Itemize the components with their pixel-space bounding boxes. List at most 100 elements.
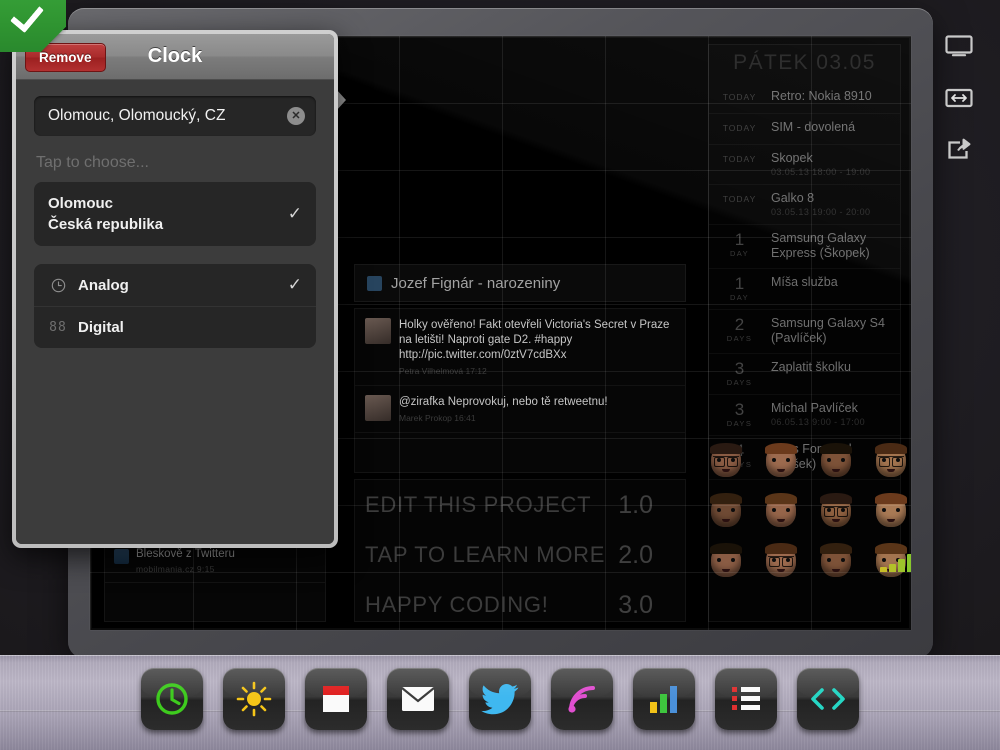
calendar-app-icon[interactable]: [305, 668, 367, 730]
twitter-app-icon[interactable]: [469, 668, 531, 730]
event-count: TODAY: [717, 191, 762, 208]
avatar-cell[interactable]: [753, 536, 808, 586]
location-result-row[interactable]: Olomouc Česká republika ✓: [34, 182, 316, 246]
clear-icon[interactable]: ✕: [287, 107, 305, 125]
table-row[interactable]: TODAY SIM - dovolená: [709, 114, 900, 145]
event-title: Retro: Nokia 8910: [771, 89, 892, 104]
avatar: [711, 495, 741, 527]
location-city-label: Olomouc: [48, 193, 278, 214]
event-title: Michal Pavlíček: [771, 401, 892, 416]
table-row[interactable]: TODAYSkopek03.05.13 18:00 - 19:00: [709, 145, 900, 185]
event-title: Zaplatit školku: [771, 360, 892, 375]
event-unit: DAYS: [717, 334, 762, 343]
clock-style-group: Analog ✓ 88 Digital: [34, 264, 316, 348]
event-count: TODAY: [717, 89, 762, 106]
glasses: [878, 456, 904, 464]
event-count: 1: [717, 275, 762, 292]
share-icon[interactable]: [932, 124, 986, 176]
avatar-cell[interactable]: [753, 436, 808, 486]
rss-app-icon[interactable]: [551, 668, 613, 730]
avatar-cell[interactable]: [698, 436, 753, 486]
table-row[interactable]: 1DAYSamsung Galaxy Express (Škopek): [709, 225, 900, 269]
event-count: TODAY: [717, 120, 762, 137]
event-unit: DAYS: [717, 419, 762, 428]
event-unit: DAY: [717, 249, 762, 258]
calendar-badge-icon: [367, 276, 382, 291]
avatar: [766, 445, 796, 477]
birthday-widget[interactable]: Jozef Fignár - narozeniny: [354, 264, 686, 302]
mouth: [832, 469, 840, 472]
location-search-value: Olomouc, Olomoucký, CZ: [48, 107, 225, 125]
mouth: [887, 469, 895, 472]
project-version: 1.0: [618, 491, 679, 520]
event-title: SIM - dovolená: [771, 120, 892, 135]
event-time: 03.05.13 18:00 - 19:00: [771, 167, 892, 177]
bar: [907, 554, 911, 572]
hair: [820, 543, 852, 554]
table-row[interactable]: 3DAYSZaplatit školku: [709, 354, 900, 395]
event-time: 06.05.13 9:00 - 17:00: [771, 417, 892, 427]
bar: [889, 564, 896, 572]
table-row[interactable]: TODAYGalko 803.05.13 19:00 - 20:00: [709, 185, 900, 225]
clock-style-label-digital: Digital: [78, 319, 124, 336]
table-row[interactable]: 2DAYSSamsung Galaxy S4 (Pavlíček): [709, 310, 900, 354]
table-row[interactable]: 3DAYSMichal Pavlíček06.05.13 9:00 - 17:0…: [709, 395, 900, 436]
eye: [841, 458, 845, 462]
mouth: [887, 519, 895, 522]
avatar-cell[interactable]: [698, 536, 753, 586]
hair: [710, 443, 742, 454]
mail-app-icon[interactable]: [387, 668, 449, 730]
bar: [898, 559, 905, 572]
news-meta: mobilmania.cz 9:15: [136, 564, 235, 574]
avatar-cell[interactable]: [808, 486, 863, 536]
list-item[interactable]: EDIT THIS PROJECT1.0: [355, 480, 685, 530]
choose-hint-label: Tap to choose...: [36, 154, 314, 172]
hair: [765, 443, 797, 454]
weather-app-icon[interactable]: [223, 668, 285, 730]
location-search-field[interactable]: Olomouc, Olomoucký, CZ ✕: [34, 96, 316, 136]
eye: [772, 508, 776, 512]
seven-segment-icon: 88: [48, 320, 68, 335]
event-count: 2: [717, 316, 762, 333]
clock-style-option-analog[interactable]: Analog ✓: [34, 264, 316, 306]
list-item[interactable]: HAPPY CODING!3.0: [355, 580, 685, 622]
popover-body: Olomouc, Olomoucký, CZ ✕ Tap to choose..…: [16, 80, 334, 544]
twitter-widget[interactable]: Holky ověřeno! Fakt otevřeli Victoria's …: [354, 308, 686, 473]
clock-icon: [48, 278, 68, 293]
table-row[interactable]: TODAY Retro: Nokia 8910: [709, 83, 900, 114]
list-app-icon[interactable]: [715, 668, 777, 730]
list-item[interactable]: TAP TO LEARN MORE2.0: [355, 530, 685, 580]
code-app-icon[interactable]: [797, 668, 859, 730]
clock-style-label-analog: Analog: [78, 277, 129, 294]
glasses: [713, 456, 739, 464]
list-item[interactable]: Holky ověřeno! Fakt otevřeli Victoria's …: [355, 309, 685, 386]
avatar-cell[interactable]: [863, 436, 911, 486]
tweet-meta: Petra Vilhelmová 17:12: [399, 366, 675, 376]
avatar-cell[interactable]: [753, 486, 808, 536]
event-when: TODAY: [717, 89, 762, 106]
eye: [827, 458, 831, 462]
project-widget[interactable]: EDIT THIS PROJECT1.0TAP TO LEARN MORE2.0…: [354, 479, 686, 622]
clock-app-icon[interactable]: [141, 668, 203, 730]
resize-icon[interactable]: [932, 72, 986, 124]
mouth: [832, 569, 840, 572]
app-dock: [0, 656, 1000, 742]
mouth: [722, 519, 730, 522]
event-when: 1DAY: [717, 275, 762, 302]
avatar: [876, 495, 906, 527]
display-icon[interactable]: [932, 20, 986, 72]
list-item[interactable]: @zirafka Neprovokuj, nebo tě retweetnu!M…: [355, 386, 685, 433]
event-when: TODAY: [717, 191, 762, 217]
avatar: [821, 495, 851, 527]
avatar-cell[interactable]: [808, 436, 863, 486]
avatar-cell[interactable]: [808, 536, 863, 586]
table-row[interactable]: 1DAYMíša služba: [709, 269, 900, 310]
hair: [710, 493, 742, 504]
project-label: TAP TO LEARN MORE: [365, 542, 605, 568]
seven-segment-glyph: 88: [49, 320, 67, 335]
avatar-cell[interactable]: [698, 486, 753, 536]
tweet-meta: Marek Prokop 16:41: [399, 413, 675, 423]
clock-style-option-digital[interactable]: 88 Digital: [34, 306, 316, 348]
event-unit: DAY: [717, 293, 762, 302]
stats-app-icon[interactable]: [633, 668, 695, 730]
